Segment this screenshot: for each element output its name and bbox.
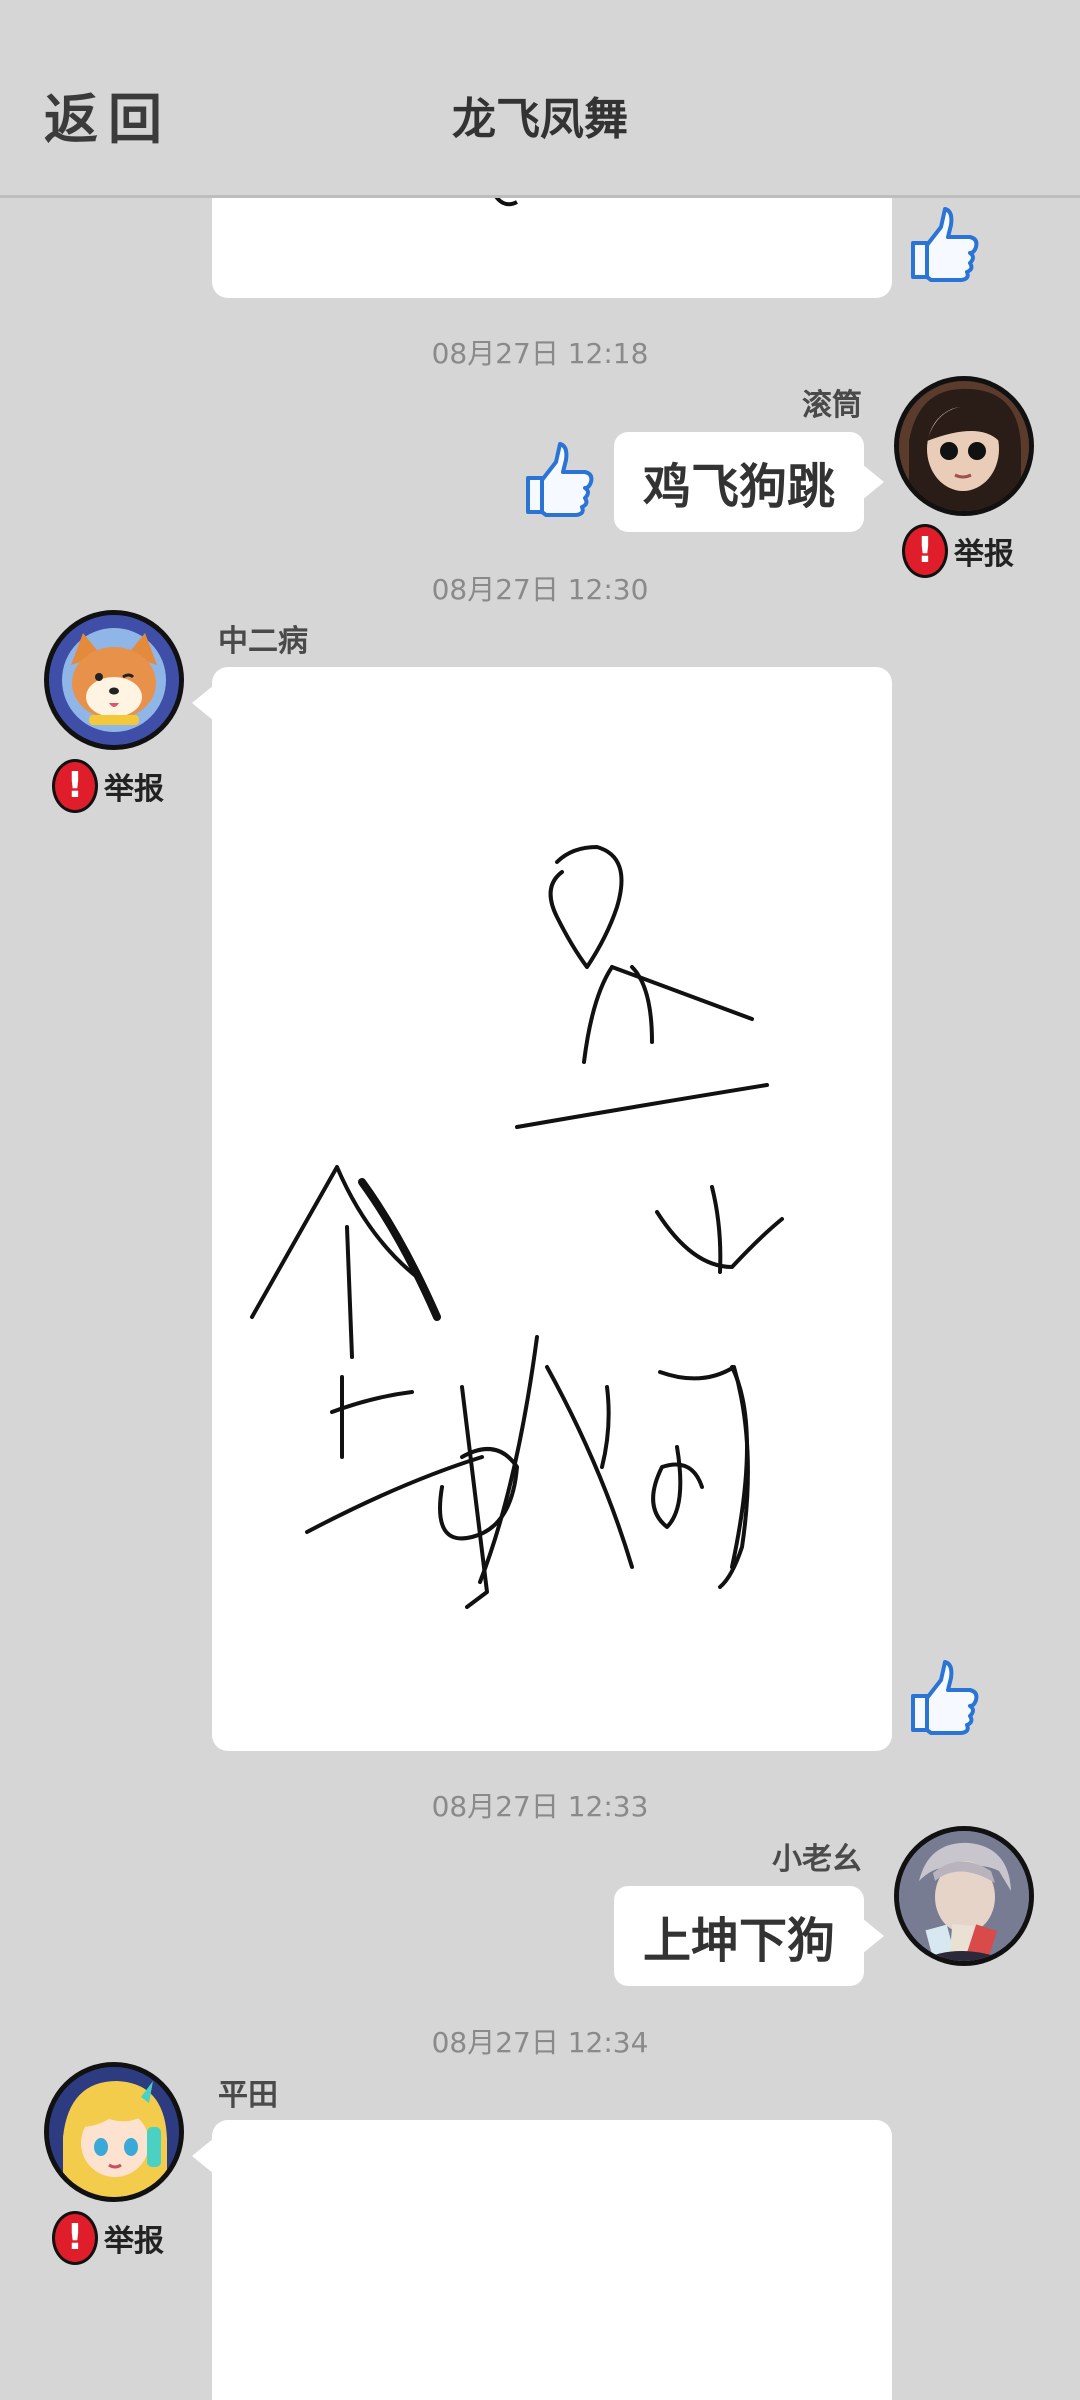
sender-name: 平田 bbox=[218, 2078, 278, 2113]
message-text-bubble[interactable]: 鸡飞狗跳 bbox=[614, 432, 864, 532]
message-timestamp: 08月27日 12:30 bbox=[431, 573, 649, 606]
bubble-tail bbox=[192, 685, 214, 721]
drawing-bubble[interactable] bbox=[212, 667, 892, 1751]
shiba-dog-avatar-image bbox=[49, 615, 179, 745]
bubble-tail bbox=[862, 1918, 884, 1954]
exclamation-icon: ! bbox=[52, 759, 98, 813]
message-timestamp: 08月27日 12:18 bbox=[431, 337, 649, 370]
blonde-anime-girl-avatar-image bbox=[49, 2067, 179, 2197]
handwritten-drawing-canvas bbox=[250, 845, 784, 1609]
top-bar: 返回 龙飞凤舞 bbox=[0, 0, 1080, 198]
bubble-tail bbox=[192, 2138, 214, 2174]
avatar[interactable] bbox=[44, 2062, 184, 2202]
anime-card-player-avatar-image bbox=[899, 1831, 1029, 1961]
dark-haired-girl-avatar-image bbox=[899, 381, 1029, 511]
report-button[interactable]: ! 举报 bbox=[52, 758, 164, 814]
bubble-tail bbox=[862, 464, 884, 500]
report-label: 举报 bbox=[104, 772, 164, 807]
page-title: 龙飞凤舞 bbox=[452, 94, 628, 145]
exclamation-icon: ! bbox=[52, 2211, 98, 2265]
thumbs-up-icon[interactable] bbox=[520, 440, 596, 520]
chat-screen: 返回 龙飞凤舞 08月27日 12:18 滚筒 鸡飞狗跳 ! 举报 08月27日… bbox=[0, 0, 1080, 2400]
report-label: 举报 bbox=[104, 2224, 164, 2259]
message-timestamp: 08月27日 12:33 bbox=[431, 1790, 649, 1823]
report-button[interactable]: ! 举报 bbox=[52, 2210, 164, 2266]
message-timestamp: 08月27日 12:34 bbox=[431, 2026, 649, 2059]
sender-name: 中二病 bbox=[218, 624, 308, 659]
avatar[interactable] bbox=[894, 376, 1034, 516]
avatar[interactable] bbox=[894, 1826, 1034, 1966]
avatar[interactable] bbox=[44, 610, 184, 750]
message-text-bubble[interactable]: 上坤下狗 bbox=[614, 1886, 864, 1986]
sender-name: 小老幺 bbox=[772, 1842, 862, 1877]
sender-name: 滚筒 bbox=[802, 388, 862, 423]
report-label: 举报 bbox=[954, 537, 1014, 572]
drawing-bubble[interactable] bbox=[212, 2120, 892, 2400]
thumbs-up-icon[interactable] bbox=[905, 205, 981, 285]
thumbs-up-icon[interactable] bbox=[905, 1658, 981, 1738]
